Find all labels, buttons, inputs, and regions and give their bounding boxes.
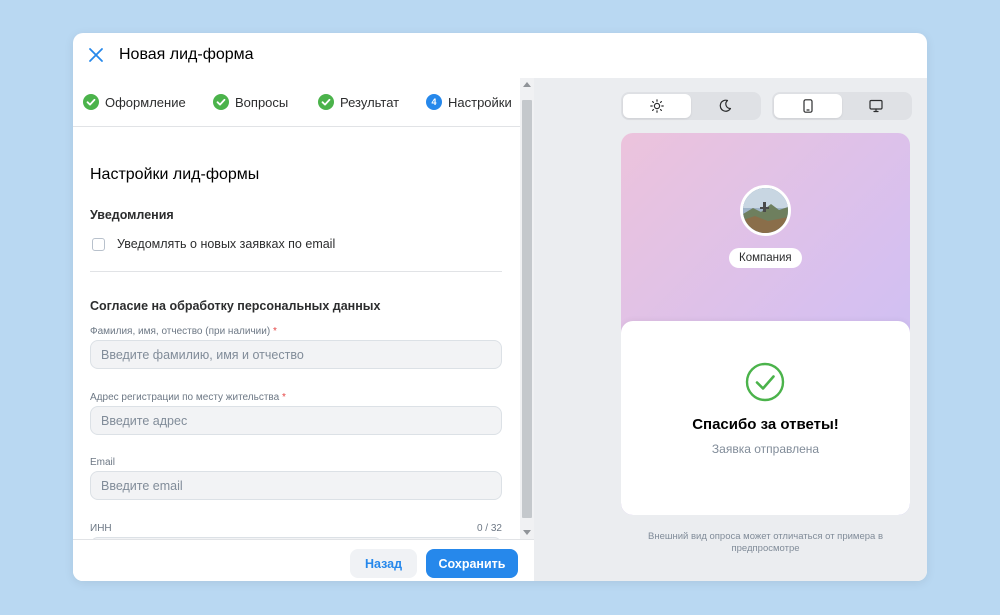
sent-text: Заявка отправлена [711,442,820,456]
notifications-heading: Уведомления [90,208,174,222]
step-label: Результат [340,94,400,110]
notify-email-checkbox[interactable] [92,237,105,251]
address-label: Адрес регистрации по месту жительства * [90,392,286,403]
modal-footer: Назад Сохранить [73,539,534,581]
company-name-chip: Компания [729,248,802,268]
step-label: Вопросы [235,94,289,110]
divider [90,271,502,272]
scroll-thumb[interactable] [522,100,532,518]
back-button[interactable]: Назад [350,549,417,578]
check-circle-icon [318,94,334,110]
landscape-image [743,188,788,233]
monitor-icon [869,99,883,113]
dark-theme-button[interactable] [691,94,759,118]
required-mark: * [281,392,286,403]
success-card: Спасибо за ответы! Заявка отправлена [621,321,910,515]
inn-counter: 0 / 32 [476,523,502,534]
settings-panel: Оформление Вопросы Результат 4 Настройки [73,78,534,581]
preview-note: Внешний вид опроса может отличаться от п… [647,531,883,554]
step-label: Оформление [105,94,186,110]
check-circle-icon [83,94,99,110]
email-label: Email [90,457,116,468]
close-button[interactable] [85,44,107,66]
preview-panel: Компания Спасибо за ответы! Заявка отпра… [534,78,927,581]
phone-icon [803,99,813,113]
thanks-title: Спасибо за ответы! [692,416,839,433]
theme-toggle [621,92,761,120]
light-theme-button[interactable] [623,94,691,118]
inn-label: ИНН [90,523,112,534]
email-input[interactable] [90,471,502,500]
step-result[interactable]: Результат [318,94,399,110]
scroll-up-arrow[interactable] [523,82,531,87]
check-circle-icon [213,94,229,110]
step-label: Настройки [448,94,512,110]
mobile-view-button[interactable] [774,94,842,118]
modal-title: Новая лид-форма [119,46,254,63]
sun-icon [650,99,664,113]
fio-label: Фамилия, имя, отчество (при наличии) * [90,326,277,337]
success-check-icon [745,362,785,402]
device-toggle [772,92,912,120]
required-mark: * [272,326,277,337]
scrollbar[interactable] [520,78,534,539]
moon-icon [719,99,732,112]
step-design[interactable]: Оформление [83,94,186,110]
lead-form-modal: Новая лид-форма Оформление Вопросы Резул… [73,33,927,581]
step-questions[interactable]: Вопросы [213,94,288,110]
desktop-view-button[interactable] [842,94,910,118]
step-number-badge: 4 [426,94,442,110]
save-button[interactable]: Сохранить [426,549,518,578]
step-settings[interactable]: 4 Настройки [426,94,512,110]
notify-email-label: Уведомлять о новых заявках по email [117,237,336,251]
company-avatar [740,185,791,236]
scroll-down-arrow[interactable] [523,530,531,535]
address-input[interactable] [90,406,502,435]
steps-nav: Оформление Вопросы Результат 4 Настройки [73,78,520,127]
consent-heading: Согласие на обработку персональных данны… [90,299,381,313]
fio-input[interactable] [90,340,502,369]
form-preview: Компания Спасибо за ответы! Заявка отпра… [621,133,910,515]
close-icon [89,48,103,62]
modal-header: Новая лид-форма [73,33,927,78]
notify-email-checkbox-row[interactable]: Уведомлять о новых заявках по email [92,237,335,251]
section-title: Настройки лид-формы [90,166,260,183]
